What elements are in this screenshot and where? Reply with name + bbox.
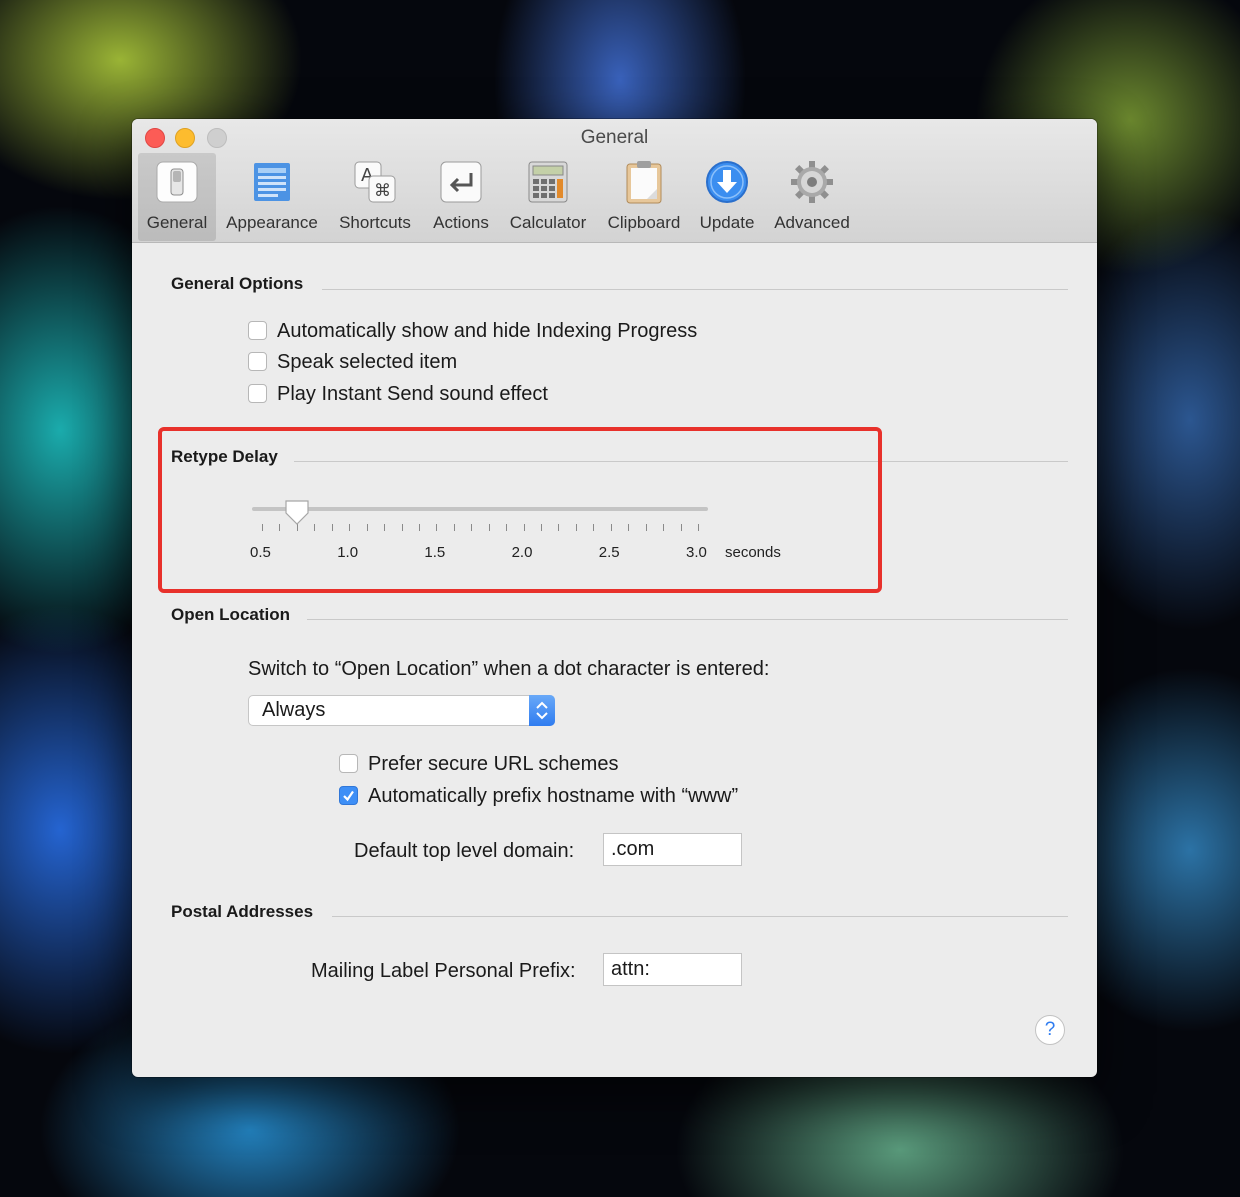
open-location-title: Open Location	[171, 605, 290, 624]
prefix-field[interactable]: attn:	[603, 953, 742, 986]
tab-clipboard-label: Clipboard	[607, 213, 681, 232]
domain-label: Default top level domain:	[354, 840, 575, 862]
tab-general-label: General	[146, 213, 208, 232]
help-button[interactable]: ?	[1035, 1015, 1065, 1045]
gear-icon	[791, 161, 833, 203]
domain-field[interactable]: .com	[603, 833, 742, 866]
tab-actions[interactable]: Actions	[424, 153, 498, 241]
popup-stepper[interactable]	[529, 695, 555, 726]
checkbox-label: Play Instant Send sound effect	[277, 383, 548, 405]
checkbox-checked[interactable]	[339, 786, 358, 805]
title-bar: General General Appearance A ⌘ Shortcuts…	[132, 119, 1097, 243]
tab-update[interactable]: Update	[692, 153, 762, 241]
clipboard-icon	[626, 161, 662, 204]
checkbox-label: Prefer secure URL schemes	[368, 753, 619, 775]
tab-calculator[interactable]: Calculator	[502, 153, 594, 241]
svg-text:⌘: ⌘	[374, 181, 391, 201]
preferences-window: General General Appearance A ⌘ Shortcuts…	[132, 119, 1097, 1077]
postal-addresses-title: Postal Addresses	[171, 902, 314, 921]
tab-shortcuts[interactable]: A ⌘ Shortcuts	[330, 153, 420, 241]
section-divider	[332, 916, 1068, 917]
tab-update-label: Update	[699, 213, 755, 232]
tab-advanced[interactable]: Advanced	[766, 153, 858, 241]
tab-general[interactable]: General	[138, 153, 216, 241]
window-title: General	[580, 127, 649, 148]
shortcuts-icon: A ⌘	[354, 161, 396, 203]
appearance-icon	[254, 163, 290, 201]
checkbox-label: Automatically prefix hostname with “www”	[368, 785, 739, 807]
tab-shortcuts-label: Shortcuts	[339, 213, 411, 232]
checkbox[interactable]	[248, 352, 267, 371]
update-icon	[706, 161, 748, 203]
general-switch-icon	[156, 161, 198, 203]
tab-calculator-label: Calculator	[509, 213, 587, 232]
checkbox[interactable]	[248, 384, 267, 403]
checkmark-icon	[343, 790, 354, 802]
general-options-title: General Options	[171, 274, 304, 293]
checkbox[interactable]	[339, 754, 358, 773]
prefix-label: Mailing Label Personal Prefix:	[311, 960, 576, 982]
actions-icon	[440, 161, 482, 203]
tab-appearance-label: Appearance	[226, 213, 318, 232]
checkbox-label: Speak selected item	[277, 351, 458, 373]
tab-actions-label: Actions	[433, 213, 489, 232]
calculator-icon	[528, 161, 568, 203]
section-divider	[307, 619, 1068, 620]
popup-value: Always	[262, 699, 326, 721]
section-divider	[322, 289, 1068, 290]
open-location-popup[interactable]: Always	[248, 695, 555, 726]
open-location-prompt: Switch to “Open Location” when a dot cha…	[248, 658, 770, 680]
tab-clipboard[interactable]: Clipboard	[600, 153, 688, 241]
chevron-up-down-icon	[536, 701, 548, 720]
tab-advanced-label: Advanced	[774, 213, 850, 232]
checkbox-label: Automatically show and hide Indexing Pro…	[277, 320, 698, 342]
tab-appearance[interactable]: Appearance	[220, 153, 324, 241]
checkbox[interactable]	[248, 321, 267, 340]
annotation-highlight-box	[158, 427, 882, 593]
